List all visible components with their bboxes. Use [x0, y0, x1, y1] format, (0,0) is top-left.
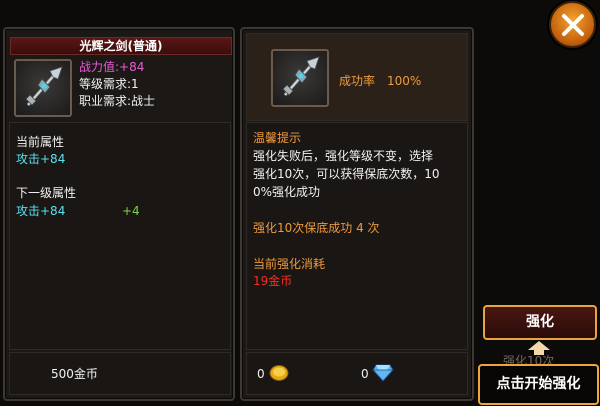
item-title: 光辉之剑(普通)	[10, 37, 232, 55]
next-attr-label: 下一级属性	[16, 186, 77, 200]
current-attr-value: 攻击+84	[16, 152, 66, 166]
next-attr-bonus: +4	[122, 204, 140, 218]
item-slot[interactable]	[14, 59, 72, 117]
enhance-item-slot[interactable]	[271, 49, 329, 107]
success-rate-label: 成功率	[339, 74, 376, 88]
start-enhance-hint[interactable]: 点击开始强化	[478, 364, 599, 405]
tip-title: 温馨提示	[253, 131, 302, 145]
success-rate-value: 100%	[387, 74, 422, 88]
currency-bar: 0 0	[246, 352, 468, 395]
diamond-count: 0	[361, 367, 369, 381]
enhance-panel: 成功率 100% 温馨提示 强化失败后，强化等级不变，选择 强化10次，可以获得…	[240, 27, 474, 401]
gold-coin-icon	[269, 365, 289, 381]
halberd-icon	[282, 56, 320, 96]
tip-line-2: 强化10次，可以获得保底次数，10	[253, 167, 440, 181]
equipment-panel: 光辉之剑(普通) 战力值:+84 等级需求:1 职业需求:战士 当前属性 攻击+…	[3, 27, 235, 401]
gold-count: 0	[257, 367, 265, 381]
current-attr-label: 当前属性	[16, 135, 65, 149]
diamond-icon	[372, 364, 394, 382]
enhance-button[interactable]: 强化	[483, 305, 597, 340]
item-power: 战力值:+84	[79, 60, 145, 74]
item-level-req: 等级需求:1	[79, 77, 139, 91]
tip-line-3: 0%强化成功	[253, 185, 321, 199]
close-icon	[562, 14, 584, 36]
success-area: 成功率 100%	[246, 33, 468, 121]
attributes-area: 当前属性 攻击+84 下一级属性 攻击+84 +4	[9, 122, 231, 350]
close-button[interactable]	[549, 1, 596, 48]
guarantee-text: 强化10次保底成功 4 次	[253, 221, 380, 235]
next-attr-value: 攻击+84	[16, 204, 66, 218]
cost-title: 当前强化消耗	[253, 257, 326, 271]
item-info: 战力值:+84 等级需求:1 职业需求:战士	[5, 55, 233, 121]
item-class-req: 职业需求:战士	[79, 94, 156, 108]
gold-cost: 500金币	[51, 367, 98, 381]
halberd-icon	[25, 66, 63, 106]
tips-area: 温馨提示 强化失败后，强化等级不变，选择 强化10次，可以获得保底次数，10 0…	[246, 122, 468, 350]
tip-line-1: 强化失败后，强化等级不变，选择	[253, 149, 434, 163]
cost-value: 19金币	[253, 274, 293, 288]
left-footer: 500金币	[9, 352, 231, 395]
